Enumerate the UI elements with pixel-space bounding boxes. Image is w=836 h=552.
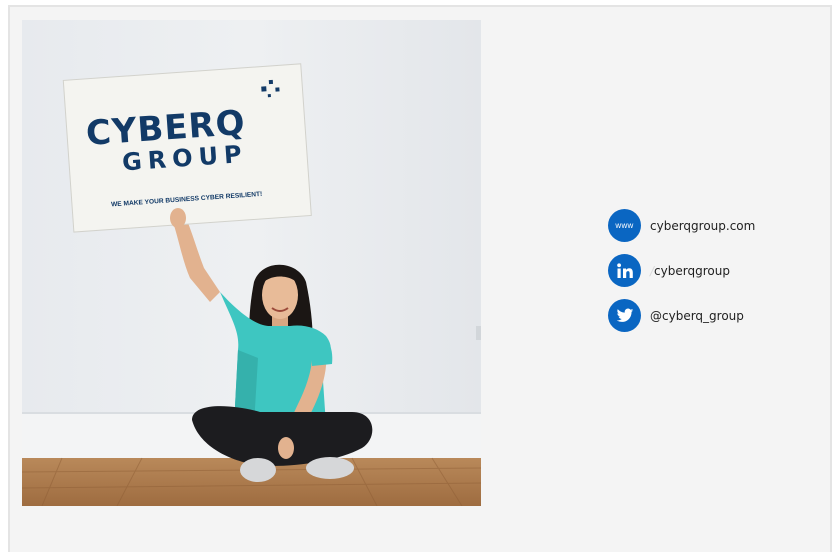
twitter-label[interactable]: @cyberq_group — [650, 309, 744, 323]
website-icon: www — [608, 209, 641, 242]
website-icon-text: www — [615, 221, 634, 230]
linkedin-link[interactable]: /cyberqgroup — [608, 254, 828, 287]
website-label[interactable]: cyberqgroup.com — [650, 219, 755, 233]
contact-list: www cyberqgroup.com /cyberqgroup @cyberq… — [608, 209, 828, 344]
twitter-link[interactable]: @cyberq_group — [608, 299, 828, 332]
signature-frame: CYBERQ GROUP WE MAKE YOUR BUSINESS CYBER… — [8, 5, 832, 552]
linkedin-handle: cyberqgroup — [654, 263, 730, 278]
linkedin-icon — [608, 254, 641, 287]
sign-board: CYBERQ GROUP WE MAKE YOUR BUSINESS CYBER… — [62, 63, 312, 233]
promo-photo: CYBERQ GROUP WE MAKE YOUR BUSINESS CYBER… — [22, 20, 481, 506]
twitter-icon — [608, 299, 641, 332]
website-link[interactable]: www cyberqgroup.com — [608, 209, 828, 242]
linkedin-label[interactable]: /cyberqgroup — [650, 264, 730, 278]
